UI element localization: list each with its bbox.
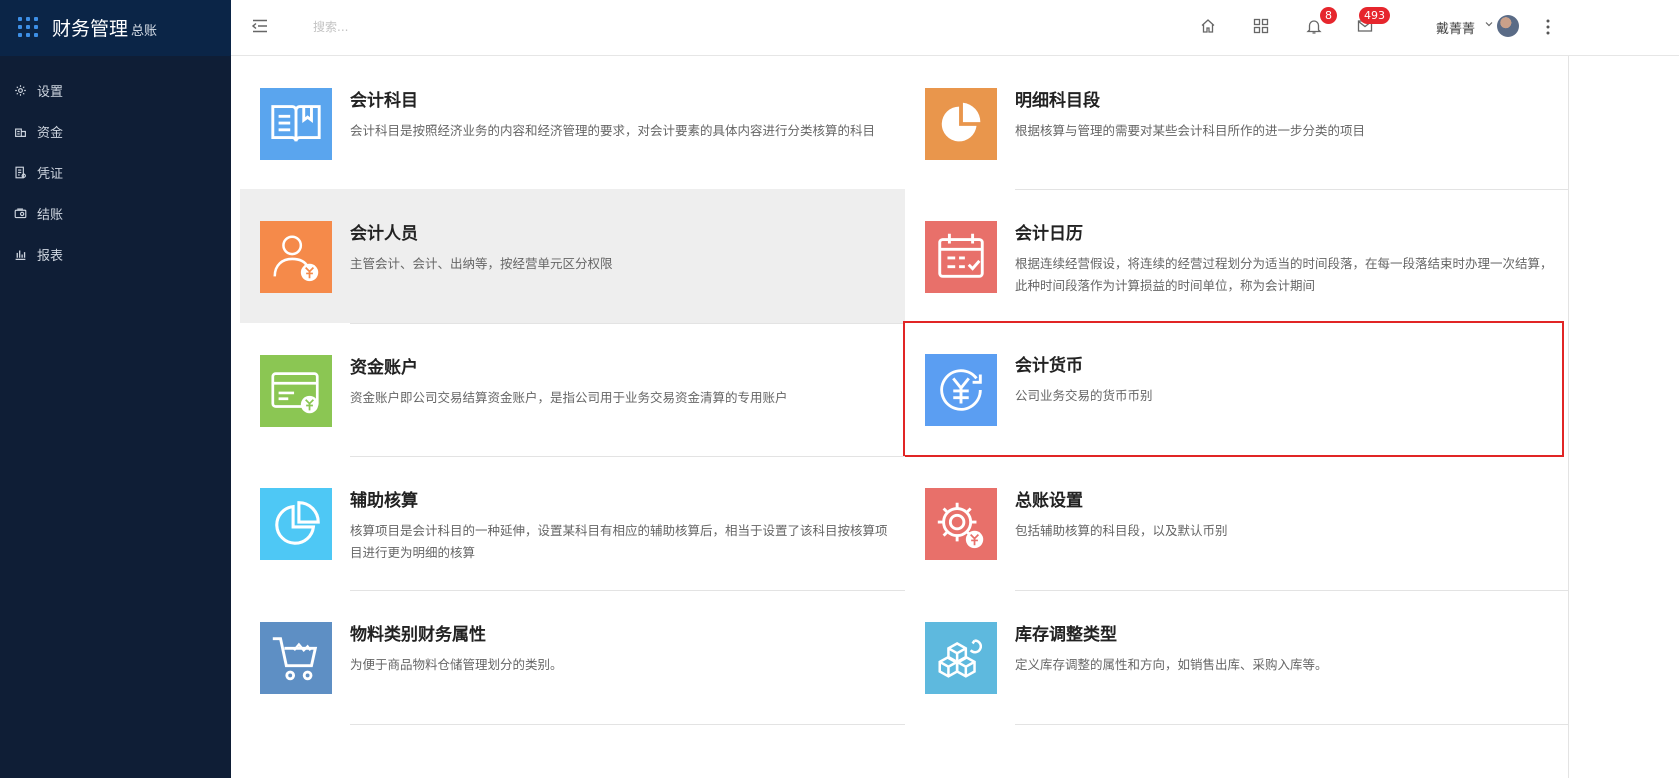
card-description: 根据核算与管理的需要对某些会计科目所作的进一步分类的项目 bbox=[1015, 123, 1366, 138]
card-title: 辅助核算 bbox=[350, 491, 418, 511]
card-title: 物料类别财务属性 bbox=[350, 625, 486, 645]
sidebar-item-settings[interactable]: 设置 bbox=[0, 70, 231, 111]
card-fund-accounts[interactable]: 资金账户 资金账户即公司交易结算资金账户，是指公司用于业务交易资金清算的专用账户 bbox=[240, 323, 905, 457]
inventory-boxes-icon bbox=[938, 639, 983, 678]
card-description: 定义库存调整的属性和方向，如销售出库、采购入库等。 bbox=[1015, 657, 1328, 672]
card-description: 公司业务交易的货币币别 bbox=[1015, 388, 1153, 403]
funds-icon bbox=[15, 128, 26, 137]
more-vertical-icon[interactable] bbox=[1544, 17, 1552, 37]
card-description: 主管会计、会计、出纳等，按经营单元区分权限 bbox=[350, 256, 613, 271]
collapse-menu-icon[interactable] bbox=[251, 17, 269, 35]
card-description: 资金账户即公司交易结算资金账户，是指公司用于业务交易资金清算的专用账户 bbox=[350, 390, 788, 405]
card-detail-subject-segment[interactable]: 明细科目段 根据核算与管理的需要对某些会计科目所作的进一步分类的项目 bbox=[905, 56, 1570, 190]
sidebar-item-settle[interactable]: 结账 bbox=[0, 193, 231, 234]
top-header: 8 493 戴菁菁 bbox=[231, 0, 1679, 56]
card-icon-tile bbox=[925, 488, 997, 560]
search-input[interactable] bbox=[311, 14, 571, 40]
settle-icon bbox=[14, 208, 27, 219]
sidebar-item-voucher[interactable]: 凭证 bbox=[0, 152, 231, 193]
card-title: 会计日历 bbox=[1015, 224, 1083, 244]
book-icon bbox=[271, 105, 321, 142]
pie-chart-icon bbox=[941, 102, 981, 142]
card-description: 核算项目是会计科目的一种延伸，设置某科目有相应的辅助核算后，相当于设置了该科目按… bbox=[350, 523, 888, 560]
sidebar-item-report[interactable]: 报表 bbox=[0, 234, 231, 275]
card-icon-tile bbox=[925, 88, 997, 160]
gear-icon bbox=[15, 85, 26, 96]
user-name[interactable]: 戴菁菁 bbox=[1436, 18, 1475, 37]
card-title: 库存调整类型 bbox=[1015, 625, 1117, 645]
card-title: 资金账户 bbox=[350, 358, 418, 378]
card-icon-tile bbox=[260, 88, 332, 160]
calendar-icon bbox=[938, 233, 984, 278]
accountant-person-icon bbox=[273, 235, 319, 282]
card-accountants[interactable]: 会计人员 主管会计、会计、出纳等，按经营单元区分权限 bbox=[240, 189, 905, 323]
card-description: 根据连续经营假设，将连续的经营过程划分为适当的时间段落，在每一段落结束时办理一次… bbox=[1015, 256, 1553, 293]
card-title: 会计科目 bbox=[350, 91, 418, 111]
bank-card-icon bbox=[271, 372, 319, 414]
sidebar-item-label: 资金 bbox=[37, 126, 64, 141]
message-badge: 493 bbox=[1359, 7, 1390, 24]
card-description: 包括辅助核算的科目段，以及默认币别 bbox=[1015, 523, 1228, 538]
card-icon-tile bbox=[260, 221, 332, 293]
card-icon-tile bbox=[260, 622, 332, 694]
notification-badge: 8 bbox=[1320, 7, 1337, 24]
card-accounting-calendar[interactable]: 会计日历 根据连续经营假设，将连续的经营过程划分为适当的时间段落，在每一段落结束… bbox=[905, 189, 1570, 323]
card-title: 明细科目段 bbox=[1015, 91, 1100, 111]
sidebar: 财务管理 总账 设置 资金 凭证 结账 报表 bbox=[0, 0, 231, 778]
card-description: 会计科目是按照经济业务的内容和经济管理的要求，对会计要素的具体内容进行分类核算的… bbox=[350, 123, 876, 138]
card-material-category-finance[interactable]: 物料类别财务属性 为便于商品物料仓储管理划分的类别。 bbox=[240, 590, 905, 724]
card-title: 会计人员 bbox=[350, 224, 418, 244]
brand-bar: 财务管理 总账 bbox=[0, 0, 231, 56]
report-icon bbox=[15, 250, 26, 261]
card-icon-tile bbox=[260, 355, 332, 427]
card-title: 会计货币 bbox=[1015, 356, 1083, 376]
scroll-track[interactable] bbox=[1568, 56, 1569, 778]
card-accounting-subjects[interactable]: 会计科目 会计科目是按照经济业务的内容和经济管理的要求，对会计要素的具体内容进行… bbox=[240, 56, 905, 190]
card-auxiliary-accounting[interactable]: 辅助核算 核算项目是会计科目的一种延伸，设置某科目有相应的辅助核算后，相当于设置… bbox=[240, 456, 905, 590]
avatar[interactable] bbox=[1497, 15, 1519, 37]
sidebar-item-funds[interactable]: 资金 bbox=[0, 111, 231, 152]
sidebar-item-label: 报表 bbox=[37, 249, 64, 264]
card-general-ledger-settings[interactable]: 总账设置 包括辅助核算的科目段，以及默认币别 bbox=[905, 456, 1570, 590]
card-title: 总账设置 bbox=[1015, 491, 1083, 511]
sidebar-item-label: 凭证 bbox=[37, 167, 64, 182]
sidebar-item-label: 设置 bbox=[37, 85, 64, 100]
sidebar-menu: 设置 资金 凭证 结账 报表 bbox=[0, 70, 231, 275]
apps-grid-icon[interactable] bbox=[1252, 17, 1270, 35]
settings-yen-icon bbox=[937, 502, 984, 549]
shopping-cart-icon bbox=[272, 637, 318, 681]
sidebar-item-label: 结账 bbox=[37, 208, 64, 223]
app-subtitle: 总账 bbox=[131, 24, 158, 39]
card-icon-tile bbox=[925, 354, 997, 426]
card-icon-tile bbox=[925, 622, 997, 694]
card-inventory-adjustment-types[interactable]: 库存调整类型 定义库存调整的属性和方向，如销售出库、采购入库等。 bbox=[905, 590, 1570, 724]
divider bbox=[1015, 724, 1568, 725]
app-title: 财务管理 bbox=[52, 18, 129, 40]
home-icon[interactable] bbox=[1199, 17, 1217, 35]
card-description: 为便于商品物料仓储管理划分的类别。 bbox=[350, 657, 563, 672]
card-icon-tile bbox=[260, 488, 332, 560]
app-grid-icon[interactable] bbox=[18, 17, 38, 37]
currency-yen-icon bbox=[940, 369, 982, 411]
divider bbox=[350, 724, 905, 725]
chevron-down-icon[interactable] bbox=[1484, 19, 1494, 29]
card-icon-tile bbox=[925, 221, 997, 293]
voucher-icon bbox=[15, 166, 26, 179]
pie-segment-icon bbox=[275, 501, 320, 545]
card-accounting-currency[interactable]: 会计货币 公司业务交易的货币币别 bbox=[903, 321, 1564, 457]
